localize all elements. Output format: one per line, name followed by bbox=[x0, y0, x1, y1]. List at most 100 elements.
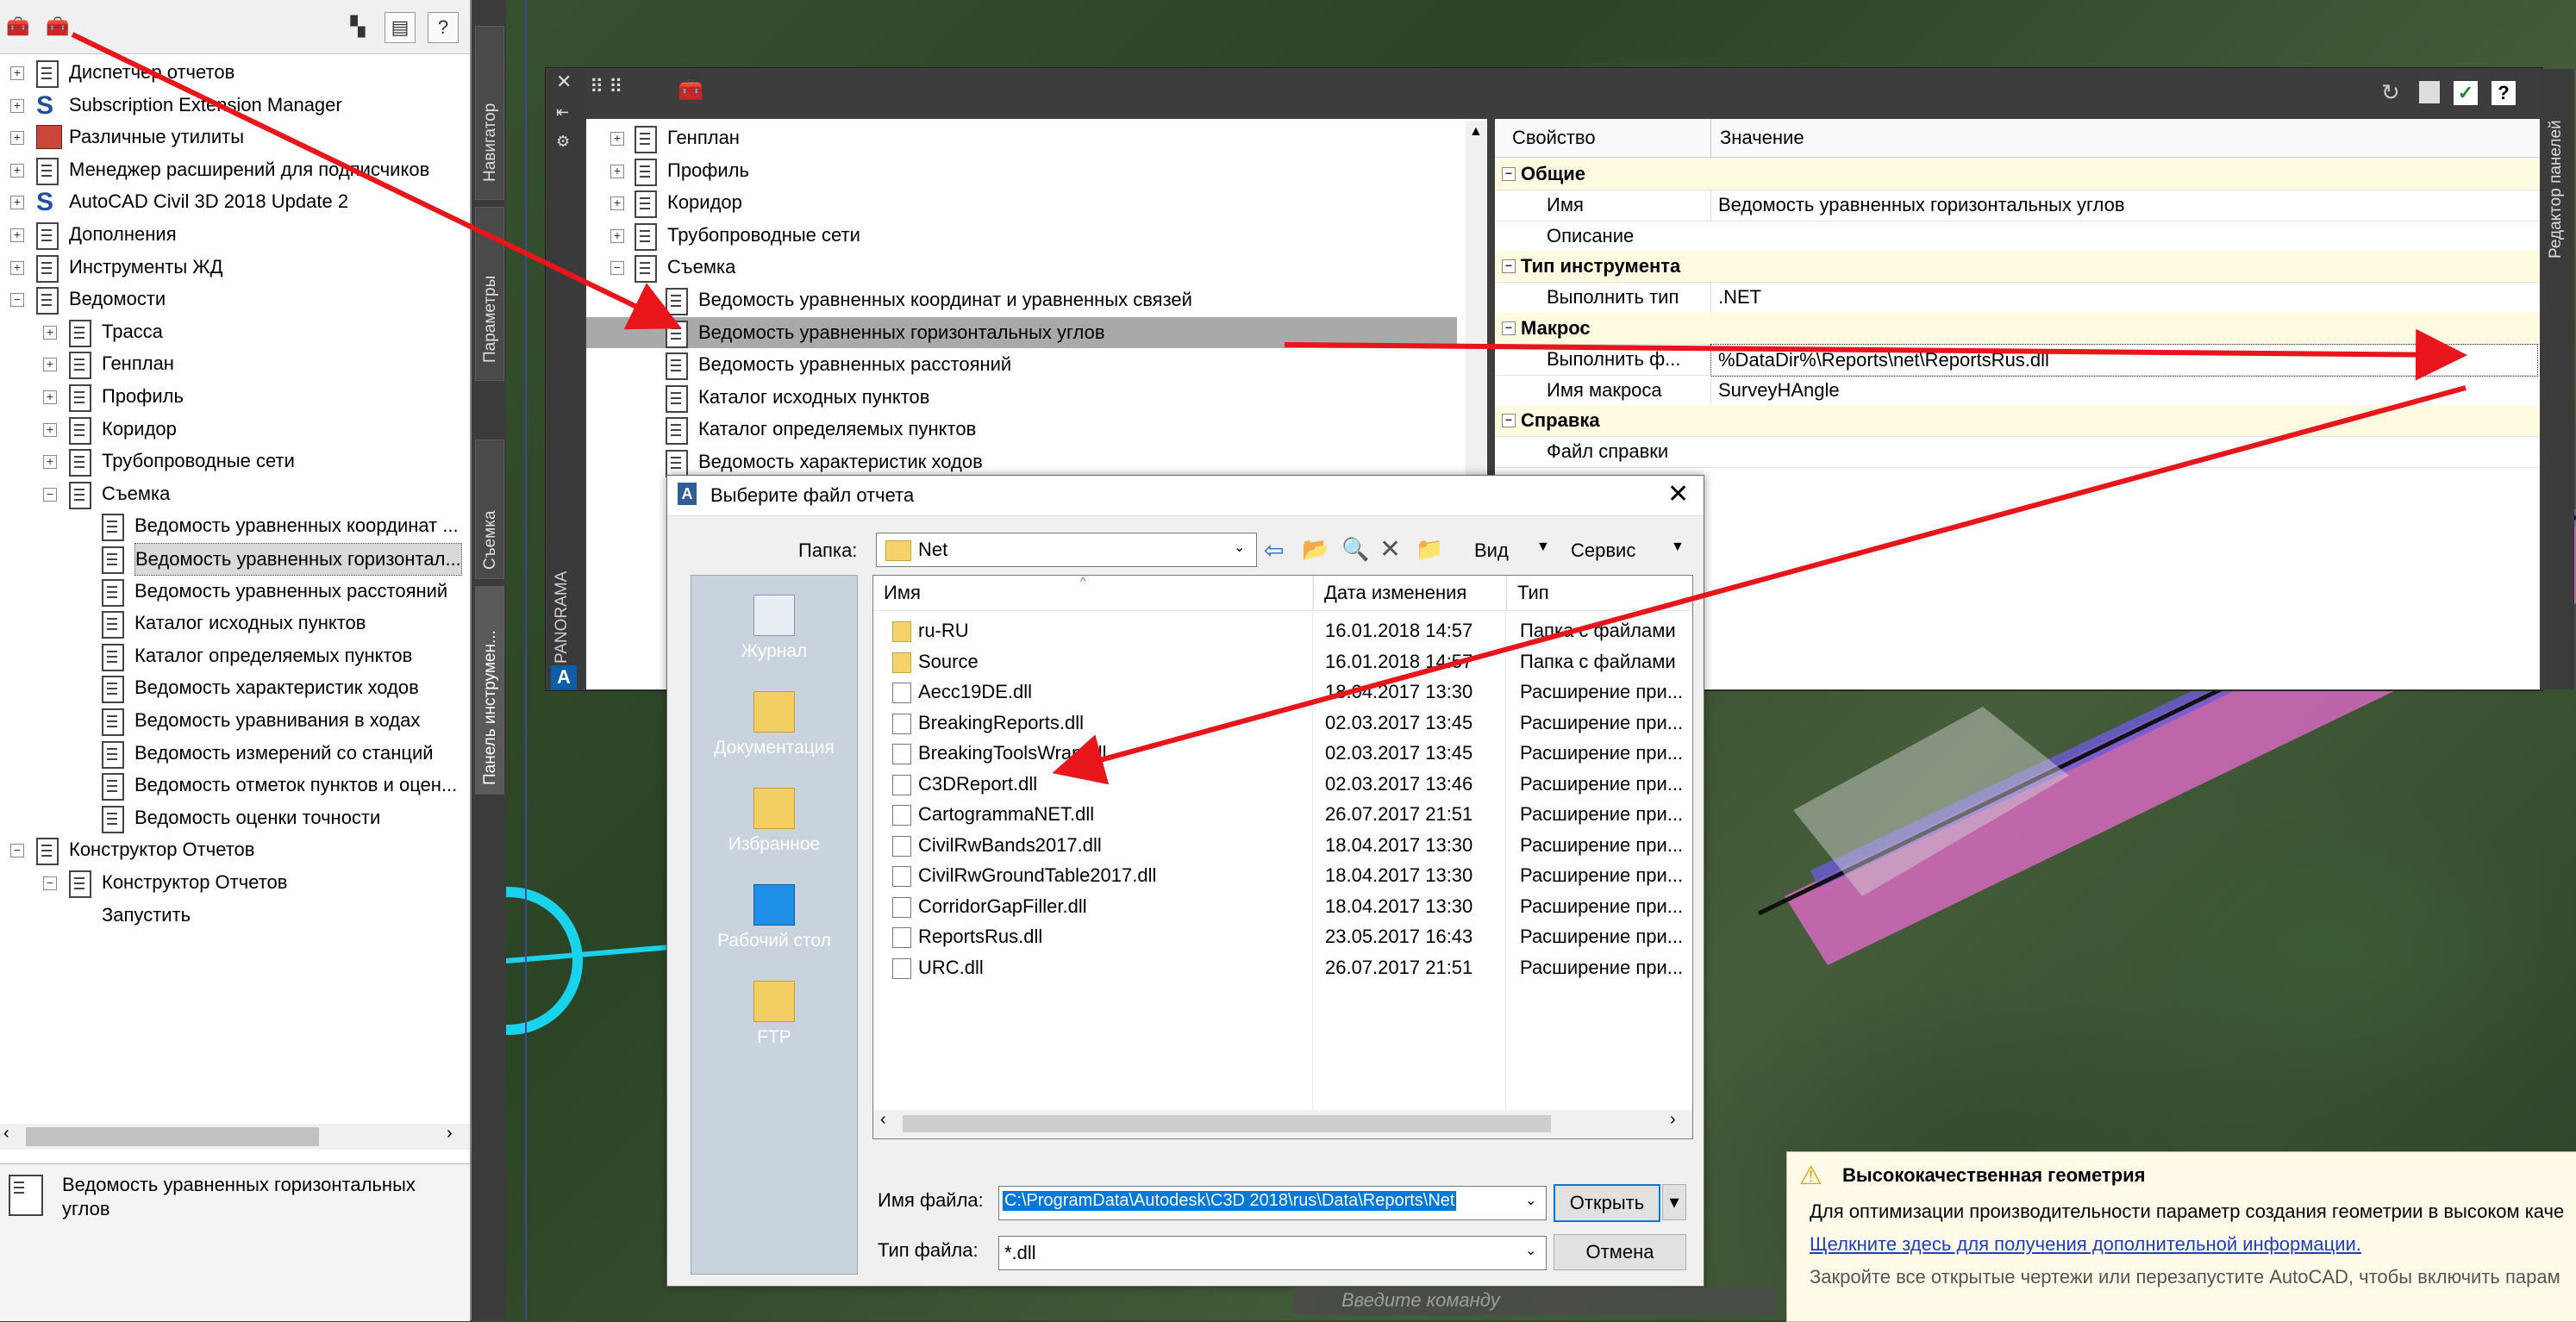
service-dropdown-icon[interactable]: ▼ bbox=[1671, 539, 1685, 555]
file-row[interactable]: ru-RU 16.01.2018 14:57 Папка с файлами bbox=[875, 615, 1691, 646]
tree-item[interactable]: Запустить bbox=[0, 900, 470, 931]
tree-item[interactable]: + Различные утилиты bbox=[0, 122, 470, 153]
column-date[interactable]: Дата изменения bbox=[1313, 576, 1466, 610]
report-tree-item[interactable]: − Съемка bbox=[586, 252, 1457, 284]
chevron-down-icon[interactable]: ⌄ bbox=[1234, 539, 1245, 556]
scrollbar-thumb[interactable] bbox=[903, 1115, 1551, 1132]
property-value[interactable]: Ведомость уравненных горизонтальных угло… bbox=[1710, 189, 2537, 221]
property-row[interactable]: Имя Ведомость уравненных горизонтальных у… bbox=[1495, 189, 2540, 221]
cancel-button[interactable]: Отмена bbox=[1554, 1234, 1686, 1270]
save-icon[interactable] bbox=[2419, 81, 2440, 103]
expand-icon[interactable]: + bbox=[43, 390, 57, 404]
file-row[interactable]: BreakingToolsWrap.dll 02.03.2017 13:45 Рас… bbox=[875, 738, 1691, 769]
notification-link[interactable]: Щелкните здесь для получения дополнитель… bbox=[1810, 1233, 2361, 1256]
expand-icon[interactable]: + bbox=[43, 325, 57, 340]
expand-icon[interactable]: + bbox=[10, 260, 24, 275]
property-row[interactable]: Выполнить ф... %DataDir%\Reports\net\Repo… bbox=[1495, 343, 2540, 377]
service-menu[interactable]: Сервис bbox=[1571, 539, 1635, 562]
scrollbar-thumb[interactable] bbox=[26, 1127, 319, 1146]
close-icon[interactable]: ✕ bbox=[1667, 479, 1689, 509]
collapse-icon[interactable]: − bbox=[10, 844, 24, 858]
expand-icon[interactable]: + bbox=[10, 98, 24, 113]
tree-item[interactable]: + S AutoCAD Civil 3D 2018 Update 2 bbox=[0, 186, 470, 217]
file-row[interactable]: Aecc19DE.dll 18.04.2017 13:30 Расширение п… bbox=[875, 677, 1691, 708]
open-button[interactable]: Открыть bbox=[1554, 1184, 1660, 1222]
scroll-left-icon[interactable]: ‹ bbox=[3, 1124, 9, 1144]
file-list-hscroll[interactable]: ‹ › bbox=[873, 1110, 1692, 1138]
property-value[interactable]: .NET bbox=[1710, 282, 2537, 314]
expand-icon[interactable]: + bbox=[10, 228, 24, 242]
collapse-icon[interactable]: − bbox=[1502, 259, 1516, 274]
file-row[interactable]: CartogrammaNET.dll 26.07.2017 21:51 Расшир… bbox=[875, 799, 1691, 830]
properties-icon[interactable]: ⚙ bbox=[556, 133, 570, 151]
place-ftp[interactable]: FTP bbox=[691, 981, 857, 1048]
command-input[interactable]: Введите команду bbox=[1341, 1289, 1500, 1312]
list-view-icon[interactable]: ▤ bbox=[385, 12, 416, 43]
property-value[interactable]: %DataDir%\Reports\net\ReportsRus.dll bbox=[1710, 343, 2538, 377]
expand-icon[interactable]: + bbox=[10, 131, 24, 146]
report-tree-item[interactable]: + Трубопроводные сети bbox=[586, 220, 1457, 251]
search-web-icon[interactable]: 🔍 bbox=[1341, 536, 1369, 563]
tree-item[interactable]: + Инструменты ЖД bbox=[0, 252, 470, 283]
tree-item[interactable]: − Съемка bbox=[0, 478, 470, 509]
toolbox-icon[interactable]: 🧰 bbox=[3, 12, 33, 41]
file-row[interactable]: CivilRwGroundTable2017.dll 18.04.2017 13:… bbox=[875, 860, 1691, 891]
tree-item[interactable]: Каталог исходных пунктов bbox=[0, 608, 470, 639]
tab-tool-palette[interactable]: Панель инструмен... bbox=[475, 586, 504, 795]
tree-item[interactable]: + Менеджер расширений для подписчиков bbox=[0, 154, 470, 185]
tree-item[interactable]: Ведомость отметок пунктов и оцен... bbox=[0, 770, 470, 801]
report-tree-item[interactable]: Каталог определяемых пунктов bbox=[586, 414, 1457, 446]
tree-item[interactable]: + Дополнения bbox=[0, 219, 470, 250]
tree-item[interactable]: Каталог определяемых пунктов bbox=[0, 640, 470, 671]
file-row[interactable]: URC.dll 26.07.2017 21:51 Расширение при... bbox=[875, 952, 1691, 983]
collapse-icon[interactable]: − bbox=[1502, 167, 1516, 181]
tree-item[interactable]: + Трасса bbox=[0, 316, 470, 347]
column-type[interactable]: Тип bbox=[1506, 576, 1549, 610]
tree-item[interactable]: − Ведомости bbox=[0, 284, 470, 315]
scroll-right-icon[interactable]: › bbox=[1670, 1110, 1676, 1130]
collapse-icon[interactable]: − bbox=[1502, 321, 1516, 335]
collapse-icon[interactable]: − bbox=[43, 487, 57, 502]
property-category[interactable]: − Тип инструмента bbox=[1495, 251, 2540, 284]
collapse-icon[interactable]: − bbox=[610, 261, 624, 276]
toolbox-edit-icon[interactable]: 🧰 bbox=[43, 12, 72, 41]
folder-combo[interactable]: Net ⌄ bbox=[876, 533, 1257, 567]
apply-check-icon[interactable]: ✓ bbox=[2454, 81, 2478, 105]
column-name[interactable]: Имя bbox=[884, 576, 921, 610]
tree-item[interactable]: + Коридор bbox=[0, 414, 470, 445]
help-icon[interactable]: ? bbox=[2492, 81, 2516, 105]
property-value[interactable]: SurveyHAngle bbox=[1710, 374, 2537, 406]
file-row[interactable]: CorridorGapFiller.dll 18.04.2017 13:30 Рас… bbox=[875, 891, 1691, 922]
filename-field[interactable]: C:\ProgramData\Autodesk\C3D 2018\rus\Dat… bbox=[998, 1186, 1547, 1220]
tree-item[interactable]: + Трубопроводные сети bbox=[0, 446, 470, 477]
scroll-up-icon[interactable]: ▲ bbox=[1469, 124, 1483, 140]
tab-navigator[interactable]: Навигатор bbox=[475, 26, 504, 200]
expand-icon[interactable]: + bbox=[10, 163, 24, 178]
place-history[interactable]: Журнал bbox=[691, 595, 857, 662]
expand-icon[interactable]: + bbox=[610, 196, 624, 211]
scroll-right-icon[interactable]: › bbox=[447, 1124, 453, 1144]
tree-item[interactable]: + Профиль bbox=[0, 381, 470, 412]
tree-item[interactable]: + S Subscription Extension Manager bbox=[0, 90, 470, 121]
report-tree-item[interactable]: Ведомость уравненных расстояний bbox=[586, 349, 1457, 381]
file-row[interactable]: C3DReport.dll 02.03.2017 13:46 Расширение … bbox=[875, 769, 1691, 800]
scroll-left-icon[interactable]: ‹ bbox=[880, 1110, 886, 1130]
tree-item[interactable]: + Генплан bbox=[0, 348, 470, 380]
tree-item[interactable]: + Диспетчер отчетов bbox=[0, 57, 470, 88]
property-row[interactable]: Файл справки bbox=[1495, 436, 2540, 469]
place-desktop[interactable]: Рабочий стол bbox=[691, 884, 857, 951]
tree-item[interactable]: Ведомость уравнивания в ходах bbox=[0, 705, 470, 736]
command-line[interactable]: Введите команду bbox=[1293, 1288, 1776, 1315]
collapse-icon[interactable]: − bbox=[43, 876, 57, 890]
property-category[interactable]: − Общие bbox=[1495, 159, 2540, 190]
filetype-combo[interactable]: *.dll ⌄ bbox=[998, 1236, 1547, 1270]
tree-item[interactable]: Ведомость измерений со станций bbox=[0, 738, 470, 769]
help-icon[interactable]: ? bbox=[428, 12, 459, 43]
collapse-icon[interactable]: − bbox=[1502, 414, 1516, 428]
expand-icon[interactable]: + bbox=[10, 196, 24, 210]
report-tree-item[interactable]: + Профиль bbox=[586, 155, 1457, 186]
tab-survey[interactable]: Съемка bbox=[475, 440, 504, 579]
tree-view-icon[interactable]: ▚ bbox=[343, 12, 372, 41]
property-category[interactable]: − Справка bbox=[1495, 405, 2540, 438]
up-folder-icon[interactable]: 📂 bbox=[1302, 536, 1329, 563]
